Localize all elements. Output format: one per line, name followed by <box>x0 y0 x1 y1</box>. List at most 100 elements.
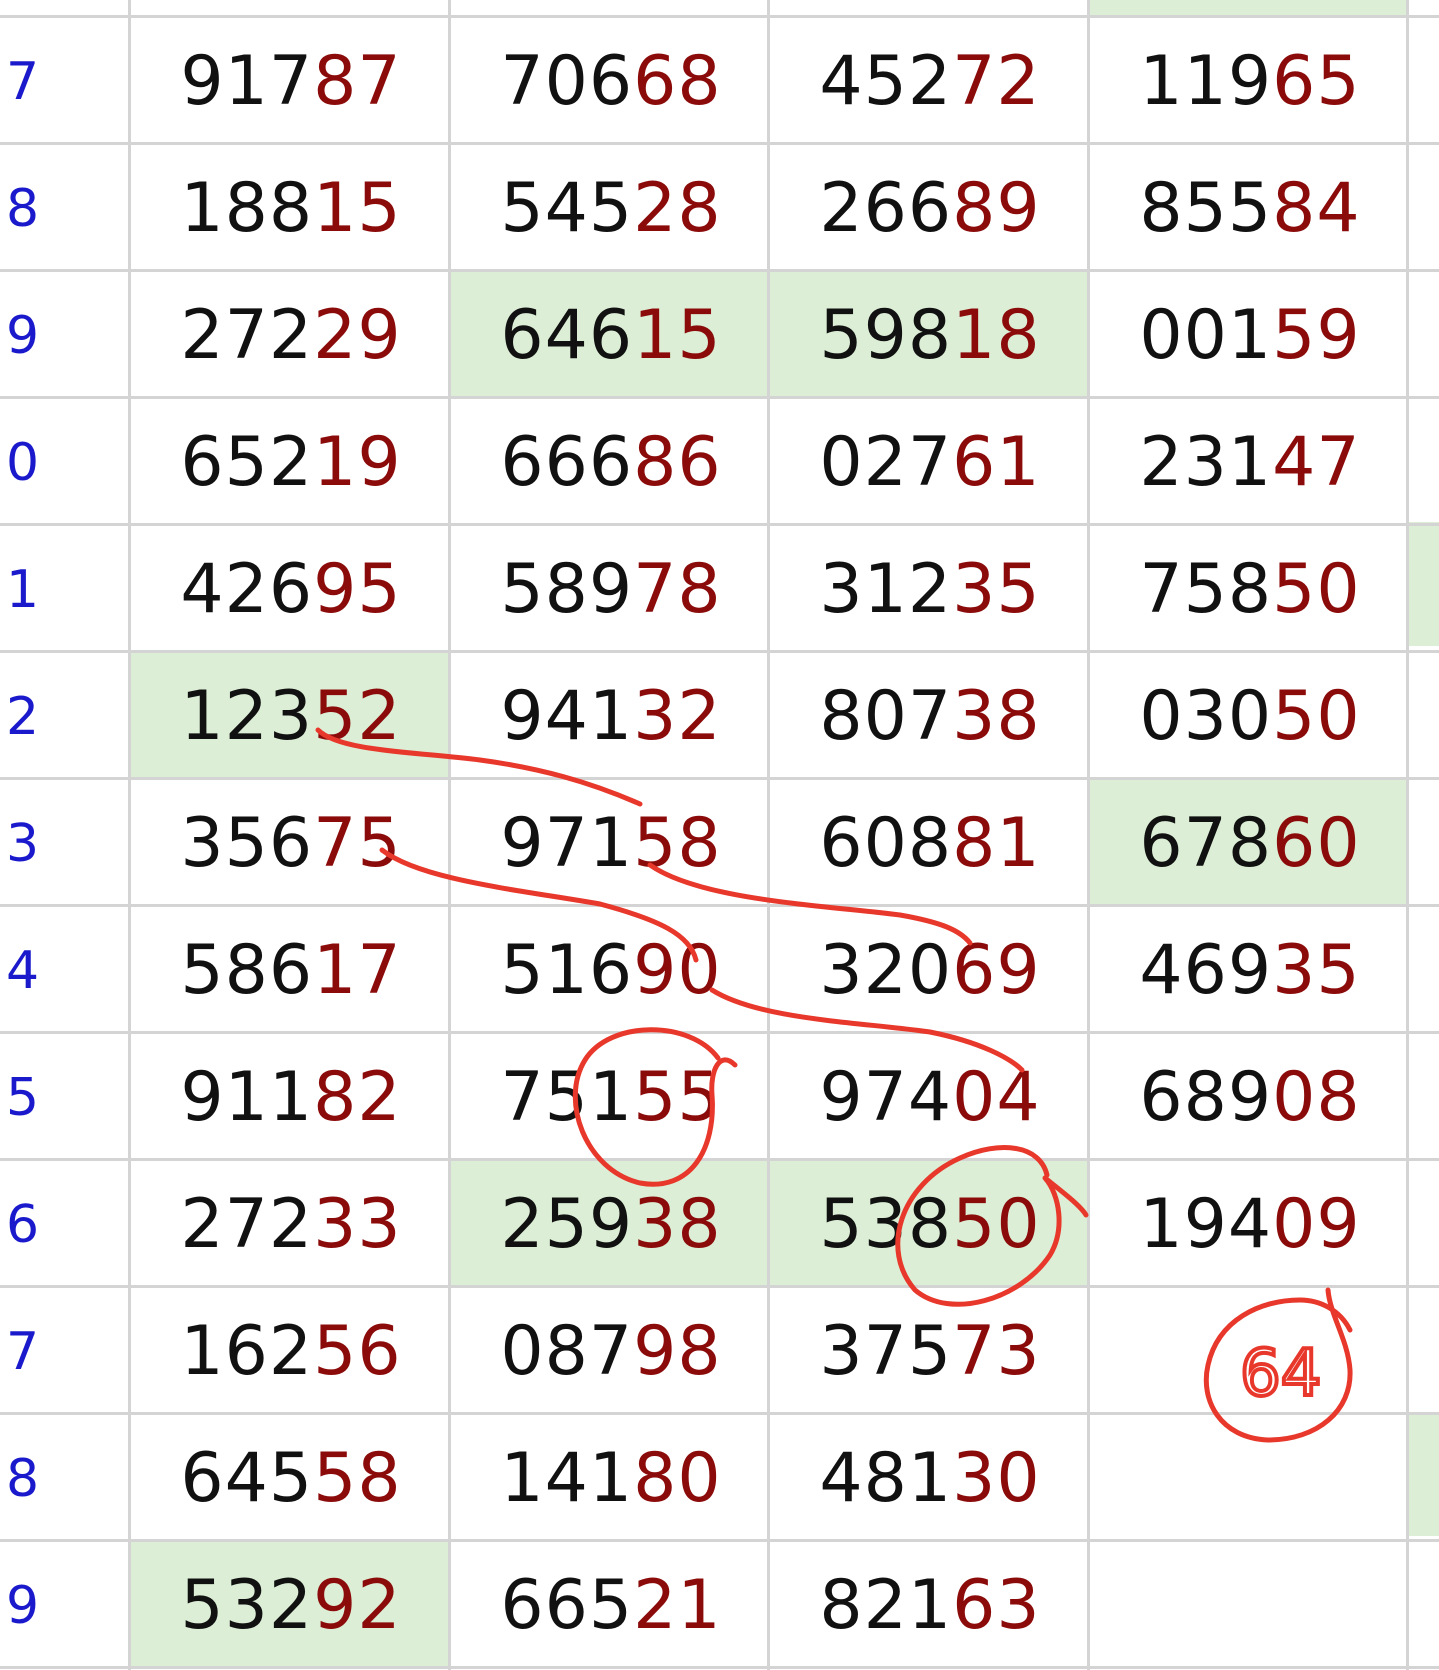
result-number-cell: 46935 <box>1090 907 1410 1035</box>
result-number-cell: 19409 <box>1090 1161 1410 1289</box>
number-trailing-digits: 35 <box>1272 931 1361 1010</box>
number-leading-digits: 917 <box>180 42 314 121</box>
result-number-cell: 60881 <box>770 780 1090 908</box>
result-number-cell: 85584 <box>1090 145 1410 273</box>
number-trailing-digits: 90 <box>633 931 722 1010</box>
number-trailing-digits: 63 <box>952 1566 1041 1645</box>
number-trailing-digits: 89 <box>952 169 1041 248</box>
number-leading-digits: 821 <box>819 1566 953 1645</box>
number-trailing-digits: 61 <box>952 423 1041 502</box>
row-label: 8 <box>6 179 40 239</box>
row-label: 0 <box>6 433 40 493</box>
result-number-cell: 54528 <box>451 145 771 273</box>
highlighted-cell-edge <box>1409 1412 1439 1536</box>
number-leading-digits: 974 <box>819 1058 953 1137</box>
result-number-cell: 59818 <box>770 272 1090 400</box>
result-number-cell: 80738 <box>770 653 1090 781</box>
number-leading-digits: 689 <box>1139 1058 1273 1137</box>
result-number-cell: 91787 <box>131 18 451 146</box>
result-number-cell: 02761 <box>770 399 1090 527</box>
number-leading-digits: 807 <box>819 677 953 756</box>
number-leading-digits: 272 <box>180 1185 314 1264</box>
result-number-cell: 58617 <box>131 907 451 1035</box>
number-trailing-digits: 35 <box>952 550 1041 629</box>
result-number-cell: 23147 <box>1090 399 1410 527</box>
number-leading-digits: 259 <box>500 1185 634 1264</box>
number-leading-digits: 545 <box>500 169 634 248</box>
number-trailing-digits: 73 <box>952 1312 1041 1391</box>
result-number-cell: 45272 <box>770 18 1090 146</box>
number-trailing-digits: 75 <box>313 804 402 883</box>
number-leading-digits: 452 <box>819 42 953 121</box>
result-number-cell: 68908 <box>1090 1034 1410 1162</box>
result-number-cell: 14180 <box>451 1415 771 1543</box>
number-trailing-digits: 21 <box>633 1566 722 1645</box>
result-number-cell: 26689 <box>770 145 1090 273</box>
number-trailing-digits: 55 <box>633 1058 722 1137</box>
result-number-cell: 11965 <box>1090 18 1410 146</box>
result-number-cell: 32069 <box>770 907 1090 1035</box>
number-trailing-digits: 18 <box>952 296 1041 375</box>
number-leading-digits: 971 <box>500 804 634 883</box>
number-leading-digits: 231 <box>1139 423 1273 502</box>
number-trailing-digits: 04 <box>952 1058 1041 1137</box>
result-number-cell: 53850 <box>770 1161 1090 1289</box>
row-label: 9 <box>6 306 40 366</box>
number-leading-digits: 666 <box>500 423 634 502</box>
result-number-cell: 66686 <box>451 399 771 527</box>
number-trailing-digits: 80 <box>633 1439 722 1518</box>
result-number-cell: 66521 <box>451 1542 771 1670</box>
number-leading-digits: 027 <box>819 423 953 502</box>
result-number-cell <box>1090 1288 1410 1416</box>
number-leading-digits: 162 <box>180 1312 314 1391</box>
result-number-cell: 18815 <box>131 145 451 273</box>
number-leading-digits: 030 <box>1139 677 1273 756</box>
number-leading-digits: 375 <box>819 1312 953 1391</box>
number-leading-digits: 598 <box>819 296 953 375</box>
number-leading-digits: 608 <box>819 804 953 883</box>
results-grid: 7 91787 70668 45272 11965 8 18815 54528 26689 855… <box>0 0 1439 1670</box>
number-leading-digits: 356 <box>180 804 314 883</box>
number-trailing-digits: 58 <box>313 1439 402 1518</box>
number-leading-digits: 706 <box>500 42 634 121</box>
number-trailing-digits: 92 <box>313 1566 402 1645</box>
row-label: 8 <box>6 1449 40 1509</box>
number-trailing-digits: 15 <box>313 169 402 248</box>
row-label: 6 <box>6 1195 40 1255</box>
number-leading-digits: 911 <box>180 1058 314 1137</box>
number-trailing-digits: 17 <box>313 931 402 1010</box>
number-trailing-digits: 87 <box>313 42 402 121</box>
number-trailing-digits: 50 <box>952 1185 1041 1264</box>
result-number-cell: 03050 <box>1090 653 1410 781</box>
result-number-cell: 64615 <box>451 272 771 400</box>
number-leading-digits: 188 <box>180 169 314 248</box>
number-leading-digits: 119 <box>1139 42 1273 121</box>
result-number-cell: 65219 <box>131 399 451 527</box>
result-number-cell: 25938 <box>451 1161 771 1289</box>
number-trailing-digits: 68 <box>633 42 722 121</box>
result-number-cell: 67860 <box>1090 780 1410 908</box>
number-trailing-digits: 19 <box>313 423 402 502</box>
row-label: 5 <box>6 1068 40 1128</box>
number-leading-digits: 538 <box>819 1185 953 1264</box>
number-leading-digits: 001 <box>1139 296 1273 375</box>
number-trailing-digits: 09 <box>1272 1185 1361 1264</box>
number-trailing-digits: 38 <box>633 1185 722 1264</box>
number-leading-digits: 751 <box>500 1058 634 1137</box>
result-number-cell: 58978 <box>451 526 771 654</box>
result-number-cell: 31235 <box>770 526 1090 654</box>
number-leading-digits: 665 <box>500 1566 634 1645</box>
number-trailing-digits: 52 <box>313 677 402 756</box>
number-leading-digits: 645 <box>180 1439 314 1518</box>
result-number-cell: 75850 <box>1090 526 1410 654</box>
number-leading-digits: 320 <box>819 931 953 1010</box>
number-trailing-digits: 65 <box>1272 42 1361 121</box>
number-leading-digits: 678 <box>1139 804 1273 883</box>
number-leading-digits: 646 <box>500 296 634 375</box>
number-trailing-digits: 98 <box>633 1312 722 1391</box>
result-number-cell: 00159 <box>1090 272 1410 400</box>
row-label: 7 <box>6 1322 40 1382</box>
number-trailing-digits: 28 <box>633 169 722 248</box>
result-number-cell: 08798 <box>451 1288 771 1416</box>
number-trailing-digits: 59 <box>1272 296 1361 375</box>
